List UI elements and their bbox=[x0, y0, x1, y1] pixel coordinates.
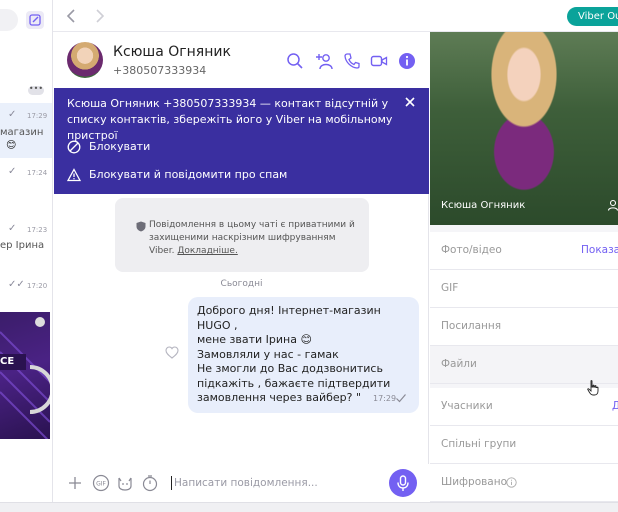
encrypted-label: Шифровано bbox=[441, 476, 508, 488]
contact-name[interactable]: Ксюша Огняник bbox=[113, 44, 231, 60]
gif-icon[interactable]: GIF bbox=[92, 474, 110, 492]
links-row[interactable]: Посилання bbox=[430, 308, 618, 346]
info-icon[interactable] bbox=[398, 52, 416, 70]
contact-details-panel: Ксюша Огняник Фото/відео Показати GIF По… bbox=[430, 32, 618, 502]
back-arrow-icon[interactable] bbox=[63, 7, 79, 25]
block-and-report-label: Блокувати й повідомити про спам bbox=[89, 168, 288, 181]
mouse-pointer-icon bbox=[587, 380, 599, 396]
media-row[interactable]: Фото/відео Показати bbox=[430, 232, 618, 270]
links-label: Посилання bbox=[441, 320, 502, 332]
gif-row[interactable]: GIF bbox=[430, 270, 618, 308]
chat-list-item[interactable]: ✓✓ 17:20 bbox=[0, 274, 52, 304]
banner-text: Ксюша Огняник +380507333934 — контакт ві… bbox=[67, 97, 393, 142]
chat-time: 17:24 bbox=[27, 169, 48, 177]
block-and-report-button[interactable]: Блокувати й повідомити про спам bbox=[67, 167, 287, 183]
compose-icon bbox=[29, 14, 41, 26]
members-action[interactable]: Д bbox=[612, 400, 618, 412]
message-bubble[interactable]: Доброго дня! Інтернет-магазин HUGO , мен… bbox=[188, 297, 419, 413]
chat-preview: ер Ірина bbox=[0, 240, 45, 251]
microphone-icon bbox=[397, 475, 409, 491]
message-text: Доброго дня! Інтернет-магазин HUGO , мен… bbox=[197, 304, 391, 404]
delivered-check-icon: ✓✓ bbox=[8, 279, 25, 290]
block-icon bbox=[67, 140, 81, 154]
read-check-icon: ✓ bbox=[8, 223, 17, 234]
call-icon[interactable] bbox=[343, 52, 361, 70]
like-heart-icon[interactable] bbox=[165, 346, 179, 359]
smile-emoji-icon: 😊 bbox=[6, 140, 17, 151]
photo-contact-name: Ксюша Огняник bbox=[441, 200, 526, 211]
sticker-icon[interactable] bbox=[116, 474, 134, 492]
members-label: Учасники bbox=[441, 400, 493, 412]
info-small-icon[interactable] bbox=[506, 477, 517, 488]
close-icon[interactable] bbox=[403, 95, 417, 109]
chat-header: Ксюша Огняник +380507333934 bbox=[54, 32, 429, 88]
forward-arrow-icon[interactable] bbox=[92, 7, 108, 25]
date-separator: Сьогодні bbox=[220, 279, 263, 289]
chat-list-item[interactable]: ✓ 17:29 магазин 😊 bbox=[0, 103, 52, 158]
chat-time: 17:23 bbox=[27, 226, 48, 234]
chat-preview: магазин bbox=[0, 127, 44, 138]
message-time: 17:29 bbox=[373, 394, 397, 403]
gif-label: GIF bbox=[441, 282, 459, 294]
text-cursor bbox=[171, 476, 172, 490]
timer-icon[interactable] bbox=[141, 474, 159, 492]
avatar[interactable] bbox=[67, 42, 103, 78]
learn-more-link[interactable]: Докладніше. bbox=[177, 246, 237, 256]
message-composer: GIF bbox=[54, 464, 429, 502]
shield-icon bbox=[136, 221, 146, 232]
viber-out-button[interactable]: Viber Out bbox=[567, 7, 618, 26]
common-groups-row[interactable]: Спільні групи bbox=[430, 426, 618, 464]
ad-banner-image[interactable]: CE bbox=[0, 312, 50, 439]
files-row[interactable]: Файли bbox=[430, 346, 618, 384]
chat-time: 17:29 bbox=[27, 112, 48, 120]
compose-button[interactable] bbox=[26, 11, 44, 29]
message-input[interactable] bbox=[174, 473, 374, 493]
read-check-icon: ✓ bbox=[8, 109, 17, 120]
svg-text:GIF: GIF bbox=[96, 481, 106, 488]
show-media-link[interactable]: Показати bbox=[581, 244, 618, 256]
read-check-icon: ✓ bbox=[8, 166, 17, 177]
common-groups-label: Спільні групи bbox=[441, 438, 517, 450]
chat-list-sidebar: ••• ✓ 17:29 магазин 😊 ✓ 17:24 ✓ 17:23 ер… bbox=[0, 0, 53, 512]
more-options-button[interactable]: ••• bbox=[28, 85, 44, 95]
media-label: Фото/відео bbox=[441, 244, 502, 256]
ad-graphic bbox=[0, 317, 50, 439]
ad-text: CE bbox=[0, 356, 15, 367]
top-bar: Viber Out bbox=[0, 0, 618, 32]
voice-message-button[interactable] bbox=[389, 469, 417, 497]
user-icon[interactable] bbox=[607, 199, 618, 211]
search-input[interactable] bbox=[0, 9, 18, 31]
chat-list-item[interactable]: ✓ 17:24 bbox=[0, 160, 52, 210]
contact-photo[interactable]: Ксюша Огняник bbox=[430, 32, 618, 225]
chat-list-item[interactable]: ✓ 17:23 ер Ірина bbox=[0, 218, 52, 268]
chat-time: 17:20 bbox=[27, 282, 48, 290]
add-participant-icon[interactable] bbox=[315, 52, 333, 70]
unknown-contact-banner: Ксюша Огняник +380507333934 — контакт ві… bbox=[54, 88, 429, 194]
block-label: Блокувати bbox=[89, 140, 151, 153]
warning-icon bbox=[67, 168, 81, 182]
block-button[interactable]: Блокувати bbox=[67, 139, 227, 155]
encryption-notice: Повідомлення в цьому чаті є приватними й… bbox=[115, 198, 369, 272]
plus-icon[interactable] bbox=[66, 474, 84, 492]
search-icon[interactable] bbox=[286, 52, 304, 70]
video-call-icon[interactable] bbox=[370, 52, 388, 70]
window-bottom-edge bbox=[0, 502, 618, 512]
sent-check-icon bbox=[396, 394, 406, 403]
encrypted-row[interactable]: Шифровано bbox=[430, 464, 618, 502]
chat-panel: Ксюша Огняник +380507333934 Ксюша Огняни… bbox=[54, 32, 429, 502]
files-label: Файли bbox=[441, 358, 477, 370]
contact-phone: +380507333934 bbox=[113, 64, 207, 77]
